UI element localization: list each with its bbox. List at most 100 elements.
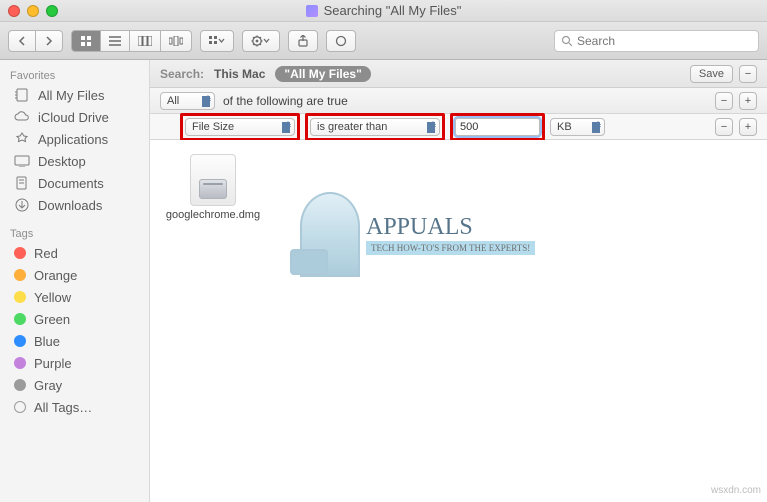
remove-criteria-button[interactable]: − <box>739 65 757 83</box>
save-search-button[interactable]: Save <box>690 65 733 83</box>
share-button[interactable] <box>288 30 318 52</box>
disk-image-icon <box>190 154 236 206</box>
column-view-button[interactable] <box>130 30 161 52</box>
value-text: 500 <box>460 121 478 133</box>
arrange-button[interactable] <box>200 30 234 52</box>
window-title: Searching "All My Files" <box>0 3 767 18</box>
tag-dot-icon <box>14 291 26 303</box>
search-input[interactable] <box>577 34 752 48</box>
results-area[interactable]: googlechrome.dmg APPUALS TECH HOW-TO'S F… <box>150 140 767 502</box>
sidebar-item-label: iCloud Drive <box>38 110 109 125</box>
watermark-subtitle: TECH HOW-TO'S FROM THE EXPERTS! <box>366 241 535 255</box>
action-button[interactable] <box>242 30 280 52</box>
sidebar-item-label: Yellow <box>34 290 71 305</box>
criteria-compound-row: All of the following are true − + <box>150 88 767 114</box>
sidebar-item-label: Applications <box>38 132 108 147</box>
sidebar-item-desktop[interactable]: Desktop <box>0 150 149 172</box>
sidebar-item-applications[interactable]: Applications <box>0 128 149 150</box>
tag-dot-icon <box>14 313 26 325</box>
sidebar-item-icloud-drive[interactable]: iCloud Drive <box>0 106 149 128</box>
list-view-button[interactable] <box>101 30 130 52</box>
attribute-value: File Size <box>192 121 234 133</box>
sidebar-item-documents[interactable]: Documents <box>0 172 149 194</box>
search-field[interactable] <box>554 30 759 52</box>
attribute-select[interactable]: File Size <box>185 118 295 136</box>
sidebar-item-label: Blue <box>34 334 60 349</box>
zoom-window-button[interactable] <box>46 5 58 17</box>
sidebar-tag-purple[interactable]: Purple <box>0 352 149 374</box>
remove-row-button[interactable]: − <box>715 118 733 136</box>
unit-select[interactable]: KB <box>550 118 605 136</box>
sidebar-tag-orange[interactable]: Orange <box>0 264 149 286</box>
tag-dot-icon <box>14 335 26 347</box>
tags-button[interactable] <box>326 30 356 52</box>
compound-scope-select[interactable]: All <box>160 92 215 110</box>
mascot-icon <box>300 192 360 277</box>
compound-text: of the following are true <box>223 94 348 108</box>
search-icon <box>561 35 572 47</box>
documents-icon <box>14 175 30 191</box>
sidebar-tag-gray[interactable]: Gray <box>0 374 149 396</box>
sidebar: Favorites All My Files iCloud Drive Appl… <box>0 60 150 502</box>
applications-icon <box>14 131 30 147</box>
source-credit: wsxdn.com <box>711 485 761 496</box>
toolbar <box>0 22 767 60</box>
criteria-row: File Size is greater than 500 KB <box>150 114 767 140</box>
sidebar-item-label: Purple <box>34 356 72 371</box>
sidebar-item-label: All Tags… <box>34 400 92 415</box>
cloud-icon <box>14 109 30 125</box>
view-group <box>71 30 192 52</box>
scope-all-my-files[interactable]: "All My Files" <box>275 66 370 82</box>
titlebar: Searching "All My Files" <box>0 0 767 22</box>
sidebar-item-label: All My Files <box>38 88 104 103</box>
scope-this-mac[interactable]: This Mac <box>214 67 265 81</box>
add-row-button[interactable]: + <box>739 92 757 110</box>
file-name: googlechrome.dmg <box>166 209 260 221</box>
tag-dot-icon <box>14 247 26 259</box>
sidebar-item-label: Documents <box>38 176 104 191</box>
sidebar-item-label: Green <box>34 312 70 327</box>
all-my-files-icon <box>14 87 30 103</box>
favorites-header: Favorites <box>0 66 149 84</box>
file-item[interactable]: googlechrome.dmg <box>168 154 258 221</box>
sidebar-tag-green[interactable]: Green <box>0 308 149 330</box>
icon-view-button[interactable] <box>71 30 101 52</box>
scope-bar: Search: This Mac "All My Files" Save − <box>150 60 767 88</box>
forward-button[interactable] <box>36 30 63 52</box>
watermark: APPUALS TECH HOW-TO'S FROM THE EXPERTS! <box>300 192 535 277</box>
add-row-button[interactable]: + <box>739 118 757 136</box>
window-controls <box>8 5 58 17</box>
close-window-button[interactable] <box>8 5 20 17</box>
sidebar-tag-yellow[interactable]: Yellow <box>0 286 149 308</box>
sidebar-item-all-my-files[interactable]: All My Files <box>0 84 149 106</box>
sidebar-item-label: Downloads <box>38 198 102 213</box>
sidebar-item-label: Desktop <box>38 154 86 169</box>
nav-group <box>8 30 63 52</box>
highlight-box: 500 <box>450 113 545 141</box>
remove-row-button[interactable]: − <box>715 92 733 110</box>
scope-label: Search: <box>160 67 204 81</box>
sidebar-tag-all[interactable]: All Tags… <box>0 396 149 418</box>
tag-dot-icon <box>14 379 26 391</box>
tag-dot-icon <box>14 269 26 281</box>
smart-folder-icon <box>306 5 318 17</box>
tag-dot-icon <box>14 357 26 369</box>
main-content: Search: This Mac "All My Files" Save − A… <box>150 60 767 502</box>
value-input[interactable]: 500 <box>455 118 540 136</box>
watermark-title: APPUALS <box>366 214 535 241</box>
sidebar-item-label: Red <box>34 246 58 261</box>
window-title-text: Searching "All My Files" <box>324 3 462 18</box>
tags-header: Tags <box>0 224 149 242</box>
back-button[interactable] <box>8 30 36 52</box>
compound-scope-value: All <box>167 95 179 107</box>
sidebar-item-label: Gray <box>34 378 62 393</box>
minimize-window-button[interactable] <box>27 5 39 17</box>
sidebar-item-downloads[interactable]: Downloads <box>0 194 149 216</box>
coverflow-view-button[interactable] <box>161 30 192 52</box>
tag-all-icon <box>14 401 26 413</box>
highlight-box: is greater than <box>305 113 445 141</box>
sidebar-tag-blue[interactable]: Blue <box>0 330 149 352</box>
sidebar-item-label: Orange <box>34 268 77 283</box>
operator-select[interactable]: is greater than <box>310 118 440 136</box>
sidebar-tag-red[interactable]: Red <box>0 242 149 264</box>
